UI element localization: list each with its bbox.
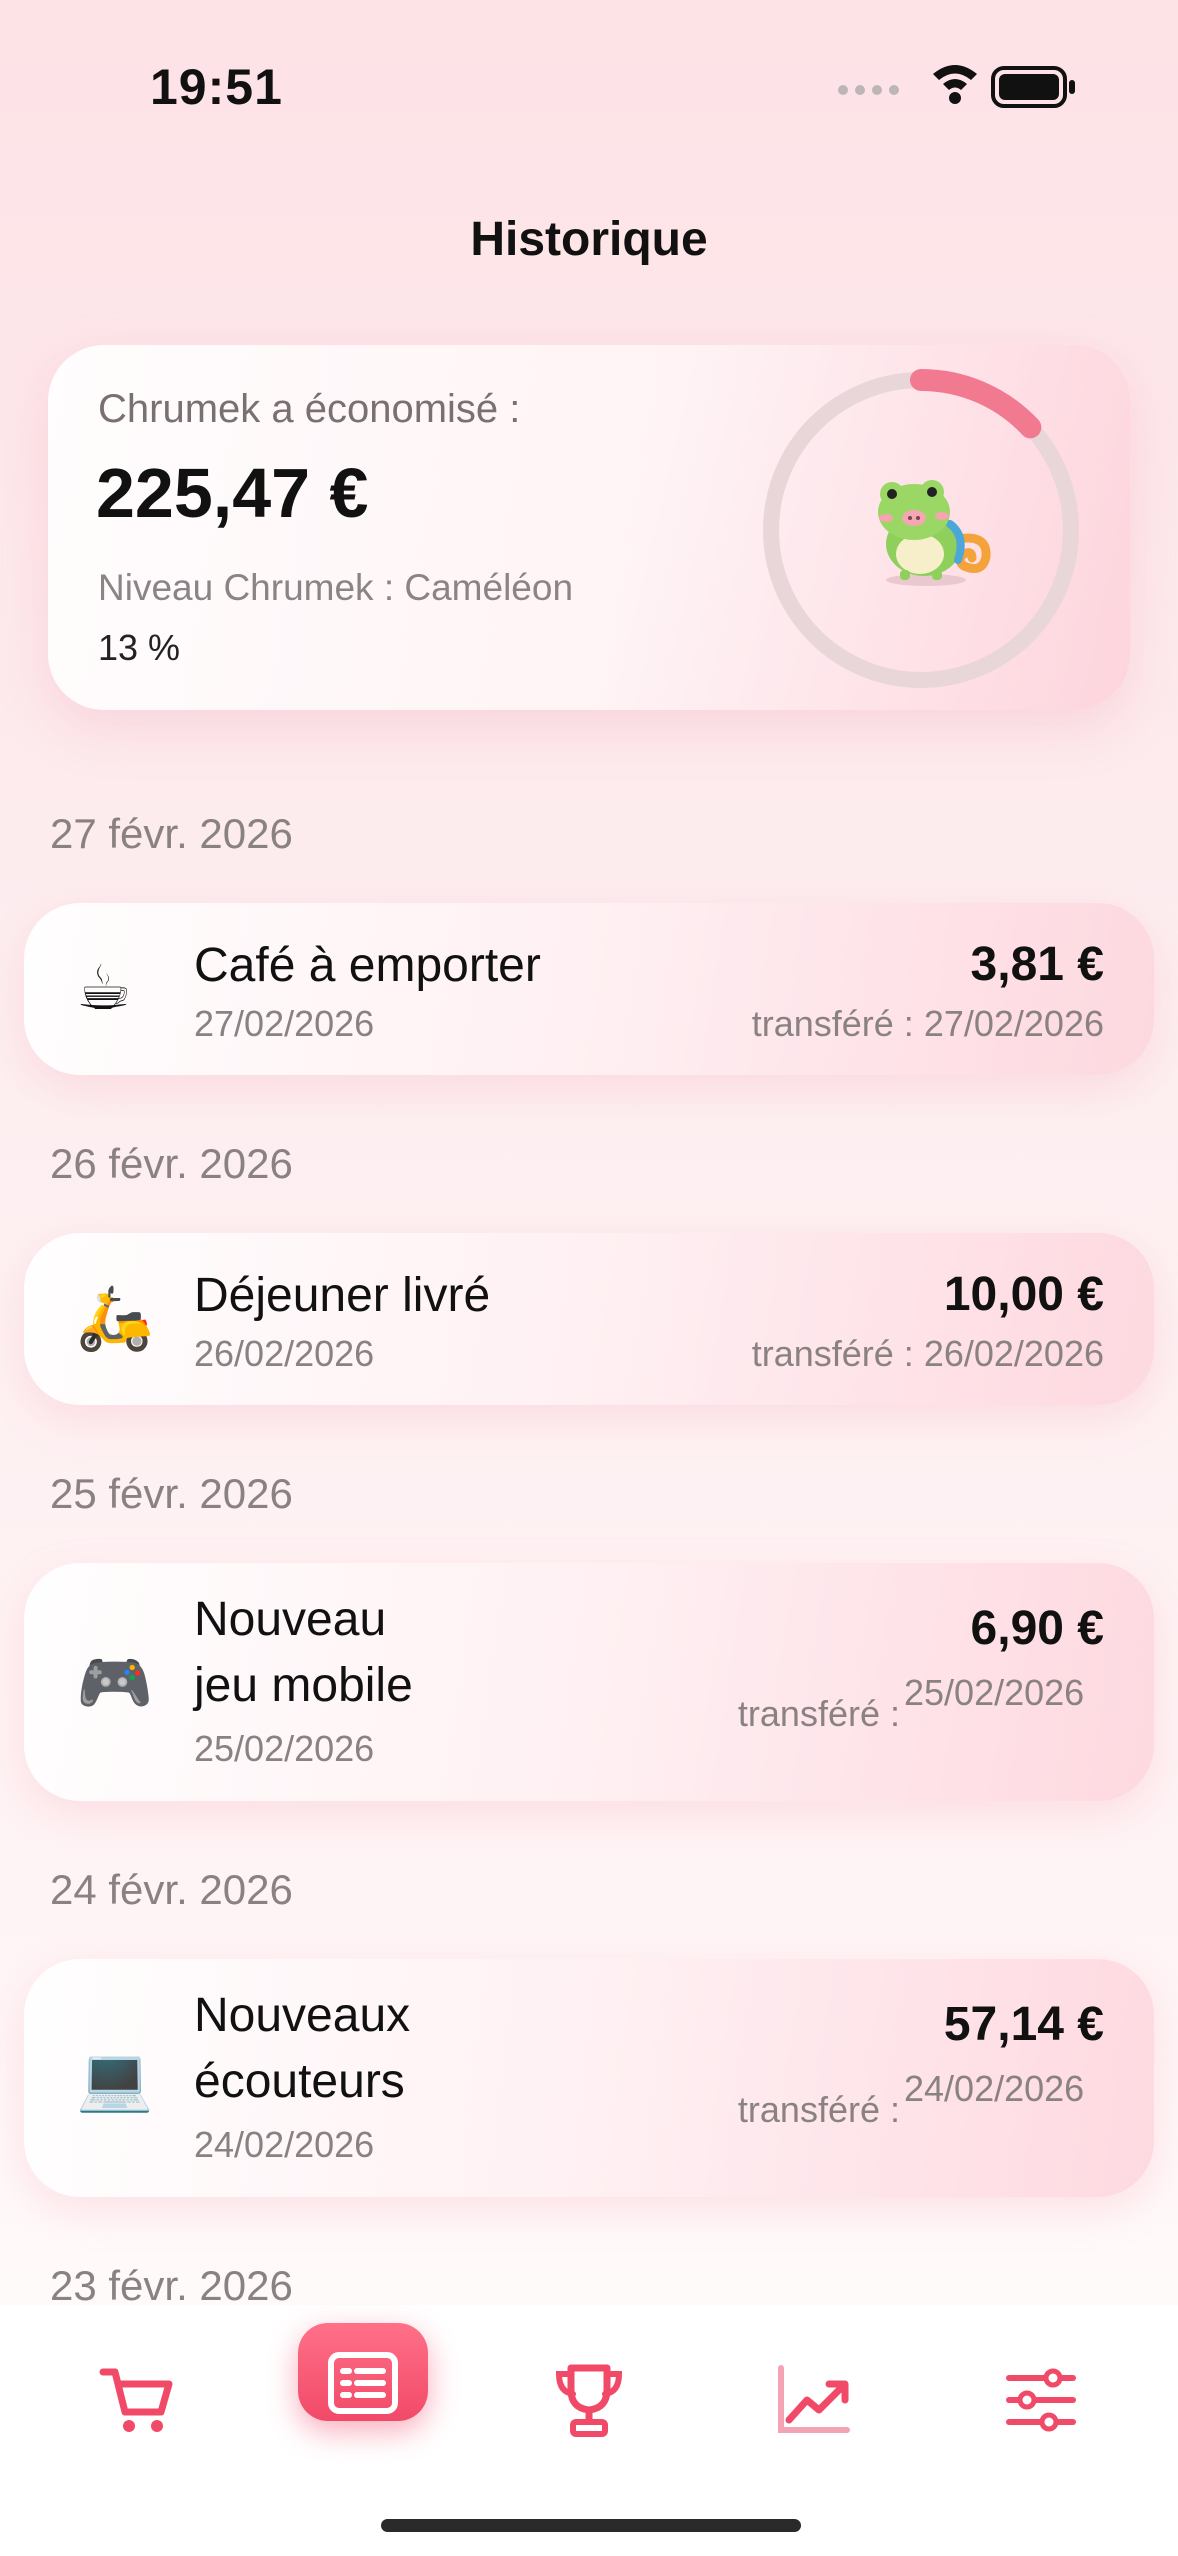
entry-name-line2: écouteurs — [194, 2055, 405, 2108]
entry-date: 27/02/2026 — [194, 1003, 375, 1044]
level-percent: 13 % — [98, 627, 181, 668]
gamepad-icon: 🎮 — [76, 1649, 154, 1718]
entry-name-line2: jeu mobile — [194, 1659, 413, 1712]
entry-name: Nouveau — [194, 1593, 387, 1646]
scooter-icon: 🛵 — [76, 1284, 154, 1353]
cart-icon — [99, 2368, 173, 2432]
history-entry[interactable]: ☕ Café à emporter 27/02/2026 3,81 € tran… — [24, 903, 1154, 1075]
transfer-date: 26/02/2026 — [923, 1333, 1104, 1374]
transfer-label: transféré : — [737, 2089, 900, 2130]
transfer-label: transféré : — [737, 1693, 900, 1734]
savings-summary-card: Chrumek a économisé : 225,47 € Niveau Ch… — [48, 345, 1130, 710]
entry-amount: 6,90 € — [970, 1602, 1104, 1655]
entry-name: Nouveaux — [194, 1989, 411, 2042]
tab-stats[interactable] — [758, 2345, 868, 2455]
saved-label: Chrumek a économisé : — [98, 387, 521, 431]
entry-name: Café à emporter — [194, 939, 541, 992]
entry-amount: 57,14 € — [943, 1998, 1104, 2051]
transfer-date: 24/02/2026 — [904, 2068, 1085, 2109]
page-title: Historique — [470, 213, 708, 266]
trophy-icon — [555, 2364, 623, 2437]
entry-amount: 10,00 € — [943, 1268, 1104, 1321]
date-header: 27 févr. 2026 — [50, 810, 293, 857]
entry-date: 26/02/2026 — [194, 1333, 375, 1374]
wifi-icon — [933, 65, 977, 104]
saved-amount: 225,47 € — [96, 454, 369, 532]
entry-date: 24/02/2026 — [194, 2124, 375, 2165]
transfer-label: transféré : — [751, 1003, 914, 1044]
chameleon-mascot-icon — [878, 480, 991, 586]
coffee-icon: ☕ — [76, 954, 132, 1023]
date-header: 23 févr. 2026 — [50, 2262, 293, 2309]
history-list-icon — [328, 2352, 398, 2414]
entry-date: 25/02/2026 — [194, 1728, 375, 1769]
home-indicator — [381, 2519, 801, 2532]
date-header: 26 févr. 2026 — [50, 1140, 293, 1187]
transfer-info: transféré : 26/02/2026 — [752, 1333, 1104, 1375]
tab-history[interactable] — [308, 2328, 418, 2438]
date-header: 25 févr. 2026 — [50, 1470, 293, 1517]
status-time: 19:51 — [150, 59, 283, 115]
entry-amount: 3,81 € — [970, 938, 1104, 991]
history-entry[interactable]: 🎮 Nouveau jeu mobile 25/02/2026 6,90 € t… — [24, 1563, 1154, 1801]
entry-name: Déjeuner livré — [194, 1269, 491, 1322]
laptop-icon: 💻 — [76, 2045, 154, 2114]
level-label: Niveau Chrumek : Caméléon — [98, 567, 574, 608]
settings-sliders-icon — [1006, 2368, 1076, 2432]
tab-settings[interactable] — [986, 2345, 1096, 2455]
tab-shop[interactable] — [82, 2345, 192, 2455]
tab-trophies[interactable] — [534, 2345, 644, 2455]
history-entry[interactable]: 🛵 Déjeuner livré 26/02/2026 10,00 € tran… — [24, 1233, 1154, 1405]
level-progress-arc — [910, 369, 1042, 439]
transfer-date: 25/02/2026 — [904, 1672, 1085, 1713]
transfer-date: 27/02/2026 — [923, 1003, 1104, 1044]
battery-icon — [991, 66, 1075, 108]
history-entry[interactable]: 💻 Nouveaux écouteurs 24/02/2026 57,14 € … — [24, 1959, 1154, 2197]
status-icons — [838, 65, 1075, 108]
transfer-label: transféré : — [751, 1333, 914, 1374]
date-header: 24 févr. 2026 — [50, 1866, 293, 1913]
chart-trend-icon — [778, 2365, 850, 2433]
transfer-info: transféré : 27/02/2026 — [752, 1003, 1104, 1045]
signal-icon — [838, 85, 899, 95]
